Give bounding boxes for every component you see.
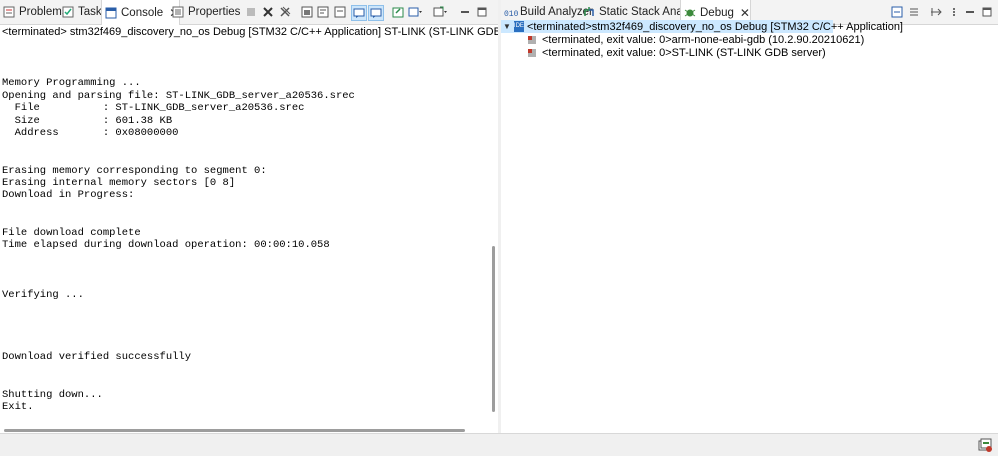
console-pane: Problems Tasks Console ✕ Properties <ter…	[0, 0, 499, 434]
process-node-label: <terminated, exit value: 0>arm-none-eabi…	[542, 33, 865, 46]
process-icon	[527, 48, 537, 58]
progress-indicator-icon[interactable]	[978, 438, 992, 452]
pin-console-icon[interactable]	[368, 5, 384, 21]
process-icon	[527, 35, 537, 45]
collapse-all-icon[interactable]	[890, 5, 904, 19]
ide-launch-icon: IDE	[513, 21, 524, 32]
console-output[interactable]: Memory Programming ... Opening and parsi…	[0, 40, 488, 416]
maximize-icon[interactable]	[980, 5, 994, 19]
show-stderr-icon[interactable]	[351, 5, 367, 21]
chevron-down-icon[interactable]: ▼	[503, 22, 511, 31]
minimize-icon[interactable]	[963, 5, 977, 19]
console-status-line: <terminated> stm32f469_discovery_no_os D…	[2, 26, 498, 38]
display-console-dropdown-icon[interactable]	[408, 5, 422, 19]
properties-icon	[172, 6, 184, 18]
scroll-lock-icon[interactable]	[300, 5, 314, 19]
debug-icon	[684, 7, 696, 19]
view-menu-icon[interactable]	[907, 5, 921, 19]
view-menu-dropdown-icon[interactable]	[947, 5, 961, 19]
remove-launch-icon[interactable]	[261, 5, 275, 19]
stack-analyzer-icon	[583, 6, 595, 18]
launch-node-label: <terminated>stm32f469_discovery_no_os De…	[526, 20, 903, 33]
tab-problems[interactable]: Problems	[0, 0, 68, 24]
tab-label: Debug	[700, 6, 734, 19]
process-node-gdb[interactable]: <terminated, exit value: 0>arm-none-eabi…	[501, 33, 998, 46]
minimize-icon[interactable]	[458, 5, 472, 19]
svg-text:010: 010	[504, 10, 518, 18]
stop-icon[interactable]	[244, 5, 258, 19]
display-console-icon[interactable]	[391, 5, 405, 19]
tab-properties[interactable]: Properties	[169, 0, 240, 24]
problems-icon	[3, 6, 15, 18]
maximize-icon[interactable]	[475, 5, 489, 19]
vertical-scrollbar[interactable]	[492, 246, 495, 412]
status-bar	[0, 433, 998, 456]
launch-node[interactable]: ▼ IDE <terminated>stm32f469_discovery_no…	[501, 20, 903, 33]
debug-tree: ▼ IDE <terminated>stm32f469_discovery_no…	[501, 20, 998, 59]
word-wrap-icon[interactable]	[316, 5, 330, 19]
horizontal-scrollbar[interactable]	[4, 429, 465, 432]
tab-label: Properties	[188, 6, 241, 18]
process-node-label: <terminated, exit value: 0>ST-LINK (ST-L…	[542, 46, 826, 59]
show-stdout-icon[interactable]	[333, 5, 347, 19]
console-tabbar: Problems Tasks Console ✕ Properties	[0, 0, 498, 25]
close-icon[interactable]: ✕	[740, 6, 750, 20]
tasks-icon	[62, 6, 74, 18]
console-text: Memory Programming ... Opening and parsi…	[2, 77, 355, 414]
step-filter-icon[interactable]	[929, 5, 943, 19]
process-node-stlink[interactable]: <terminated, exit value: 0>ST-LINK (ST-L…	[501, 46, 998, 59]
remove-all-terminated-icon[interactable]	[278, 5, 292, 19]
tab-label: Console	[121, 6, 164, 19]
open-console-icon[interactable]	[433, 5, 447, 19]
debug-pane: 010 Build Analyzer Static Stack Analyzer…	[501, 0, 998, 434]
console-icon	[105, 7, 117, 19]
build-analyzer-icon: 010	[504, 6, 519, 19]
